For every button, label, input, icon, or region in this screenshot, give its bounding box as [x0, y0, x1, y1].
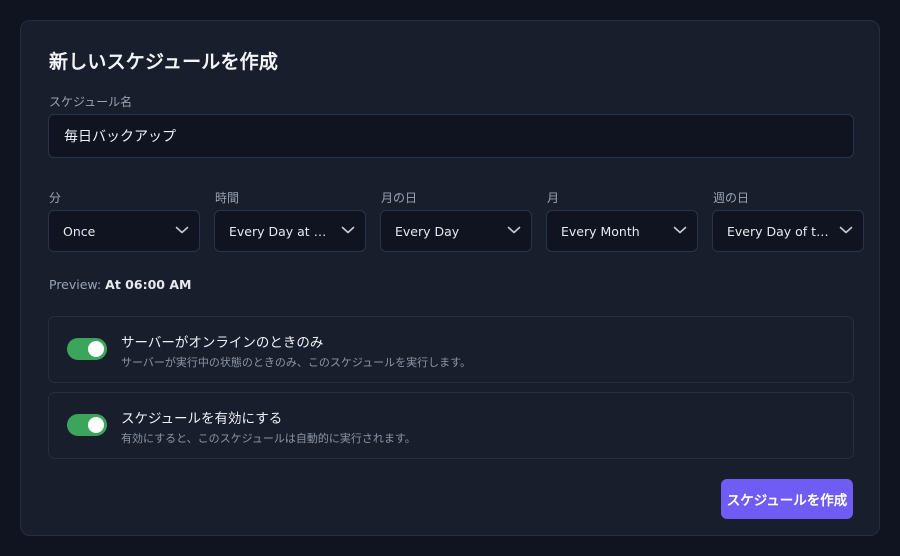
hour-select[interactable]: Every Day at 6:00	[214, 210, 366, 252]
panel-title: 新しいスケジュールを作成	[49, 51, 279, 73]
preview-value: At 06:00 AM	[105, 277, 192, 292]
chevron-down-icon	[839, 226, 853, 234]
day-of-week-label: 週の日	[713, 191, 750, 205]
chevron-down-icon	[341, 226, 355, 234]
hour-select-value: Every Day at 6:00	[229, 223, 333, 239]
preview-label: Preview:	[49, 277, 102, 292]
enable-schedule-description: 有効にすると、このスケジュールは自動的に実行されます。	[121, 432, 416, 445]
day-of-week-select[interactable]: Every Day of the Week	[712, 210, 864, 252]
month-select-value: Every Month	[561, 223, 640, 239]
minute-select-value: Once	[63, 223, 96, 239]
schedule-name-input[interactable]	[48, 114, 854, 158]
only-when-online-option: サーバーがオンラインのときのみ サーバーが実行中の状態のときのみ、このスケジュー…	[48, 316, 854, 383]
create-schedule-button[interactable]: スケジュールを作成	[721, 479, 853, 519]
enable-schedule-option: スケジュールを有効にする 有効にすると、このスケジュールは自動的に実行されます。	[48, 392, 854, 459]
hour-label: 時間	[215, 191, 240, 205]
enable-schedule-toggle[interactable]	[67, 414, 107, 436]
month-select[interactable]: Every Month	[546, 210, 698, 252]
schedule-name-label: スケジュール名	[49, 95, 133, 109]
month-label: 月	[547, 191, 560, 205]
toggle-knob	[88, 417, 104, 433]
chevron-down-icon	[673, 226, 687, 234]
minute-label: 分	[49, 191, 62, 205]
cron-preview: Preview: At 06:00 AM	[49, 277, 191, 292]
only-when-online-toggle[interactable]	[67, 338, 107, 360]
create-schedule-panel: 新しいスケジュールを作成 スケジュール名 分 時間 月の日 月 週の日 Once…	[20, 20, 880, 536]
chevron-down-icon	[507, 226, 521, 234]
minute-select[interactable]: Once	[48, 210, 200, 252]
day-of-month-select[interactable]: Every Day	[380, 210, 532, 252]
enable-schedule-title: スケジュールを有効にする	[121, 411, 283, 427]
toggle-knob	[88, 341, 104, 357]
only-when-online-title: サーバーがオンラインのときのみ	[121, 335, 324, 351]
day-of-month-label: 月の日	[381, 191, 418, 205]
day-of-month-select-value: Every Day	[395, 223, 460, 239]
day-of-week-select-value: Every Day of the Week	[727, 223, 831, 239]
only-when-online-description: サーバーが実行中の状態のときのみ、このスケジュールを実行します。	[121, 356, 472, 369]
chevron-down-icon	[175, 226, 189, 234]
